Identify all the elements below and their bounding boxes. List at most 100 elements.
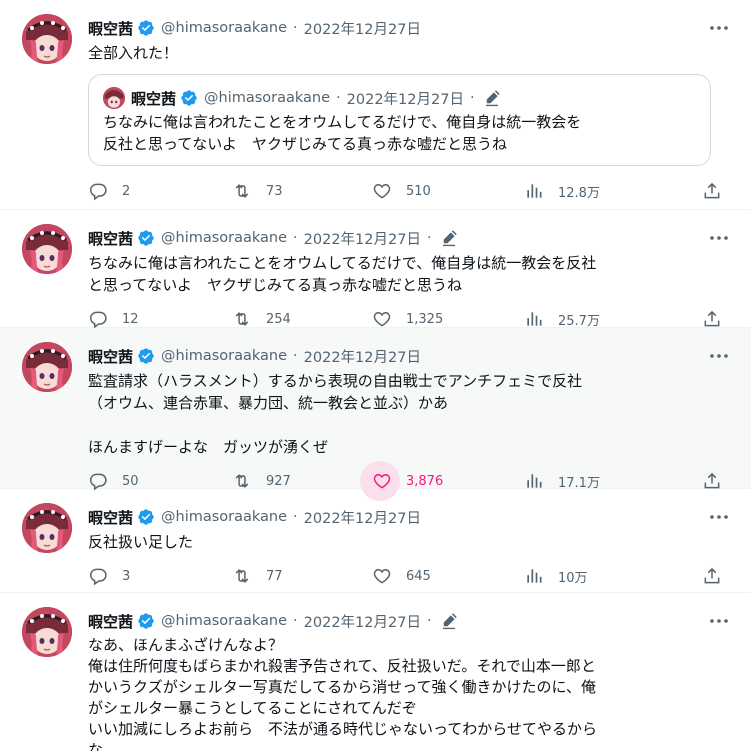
separator-dot: · xyxy=(293,230,298,246)
tweet-text: 監査請求（ハラスメント）するから表現の自由戦士でアンチフェミで反社 （オウム、連… xyxy=(88,372,583,456)
tweet[interactable]: 暇空茜 @himasoraakane · 2022年12月27日 反社扱い足した… xyxy=(0,489,751,593)
avatar[interactable] xyxy=(22,342,72,392)
heart-icon xyxy=(373,311,391,327)
handle[interactable]: @himasoraakane xyxy=(161,509,287,525)
share-upload-icon xyxy=(704,472,720,489)
tweet-text: 全部入れた！ xyxy=(88,44,179,62)
retweet-button[interactable]: 73 xyxy=(232,174,283,208)
handle[interactable]: @himasoraakane xyxy=(161,230,287,246)
verified-badge-icon xyxy=(138,20,154,36)
tweet[interactable]: 暇空茜 @himasoraakane · 2022年12月27日 · ちなみに俺… xyxy=(0,210,751,329)
display-name: 暇空茜 xyxy=(131,89,177,108)
verified-badge-icon xyxy=(138,509,154,525)
share-upload-icon xyxy=(704,182,720,199)
share-button[interactable] xyxy=(702,559,736,593)
separator-dot: · xyxy=(426,613,432,629)
edited-pencil-icon[interactable] xyxy=(440,612,458,630)
separator-dot: · xyxy=(293,348,298,364)
view-count: 25.7万 xyxy=(558,313,600,329)
handle[interactable]: @himasoraakane xyxy=(161,613,287,629)
avatar[interactable] xyxy=(22,14,72,64)
tweet[interactable]: 暇空茜 @himasoraakane · 2022年12月27日 · なあ、ほん… xyxy=(0,593,751,751)
share-upload-icon xyxy=(704,310,720,327)
retweet-count: 927 xyxy=(266,473,291,489)
verified-badge-icon xyxy=(138,230,154,246)
views-bars-icon xyxy=(527,569,542,583)
display-name[interactable]: 暇空茜 xyxy=(88,507,133,528)
more-dots-icon[interactable] xyxy=(707,505,731,529)
more-dots-icon[interactable] xyxy=(707,609,731,633)
separator-dot: · xyxy=(293,20,298,36)
reply-bubble-icon xyxy=(89,311,107,329)
edited-pencil-icon xyxy=(485,90,500,107)
edited-pencil-icon[interactable] xyxy=(440,229,458,247)
handle[interactable]: @himasoraakane xyxy=(161,348,287,364)
tweet-date[interactable]: 2022年12月27日 xyxy=(304,18,421,39)
tweet-date[interactable]: 2022年12月27日 xyxy=(304,507,421,528)
reply-bubble-icon xyxy=(89,183,107,201)
tweet[interactable]: 暇空茜 @himasoraakane · 2022年12月27日 全部入れた！ … xyxy=(0,0,751,210)
views-button[interactable]: 12.8万 xyxy=(524,174,600,208)
view-count: 12.8万 xyxy=(558,185,600,201)
separator-dot: · xyxy=(293,613,298,629)
separator-dot: · xyxy=(426,230,432,246)
share-button[interactable] xyxy=(702,174,736,208)
tweet-date: 2022年12月27日 xyxy=(346,91,464,108)
avatar[interactable] xyxy=(22,224,72,274)
views-bars-icon xyxy=(527,474,542,488)
reply-count: 12 xyxy=(122,311,139,327)
tweet-text: 反社扱い足した xyxy=(88,533,194,551)
retweet-button[interactable]: 77 xyxy=(232,559,283,593)
avatar[interactable] xyxy=(22,503,72,553)
verified-badge-icon xyxy=(181,90,197,106)
retweet-icon xyxy=(235,184,249,198)
views-bars-icon xyxy=(527,312,542,326)
verified-badge-icon xyxy=(138,613,154,629)
separator-dot: · xyxy=(336,90,341,106)
reply-count: 2 xyxy=(122,183,131,199)
like-button[interactable]: 645 xyxy=(372,559,431,593)
share-upload-icon xyxy=(704,567,720,584)
handle[interactable]: @himasoraakane xyxy=(161,20,287,36)
like-count: 645 xyxy=(406,568,431,584)
quoted-tweet-text: ちなみに俺は言われたことをオウムしてるだけで、俺自身は統一教会を 反社と思ってな… xyxy=(103,113,582,153)
verified-badge-icon xyxy=(138,348,154,364)
separator-dot: · xyxy=(293,509,298,525)
quoted-tweet[interactable]: 暇空茜 @himasoraakane · 2022年12月27日 · ちなみに俺… xyxy=(88,74,711,166)
reply-bubble-icon xyxy=(89,568,107,586)
tweet-text: ちなみに俺は言われたことをオウムしてるだけで、俺自身は統一教会を反社 と思ってな… xyxy=(88,254,597,294)
heart-icon xyxy=(373,473,391,489)
more-dots-icon[interactable] xyxy=(707,344,731,368)
display-name[interactable]: 暇空茜 xyxy=(88,346,133,367)
tweet-text: なあ、ほんまふざけんなよ？ 俺は住所何度もばらまかれ殺害予告されて、反社扱いだ。… xyxy=(88,636,597,751)
avatar xyxy=(103,87,125,109)
like-button[interactable]: 510 xyxy=(372,174,431,208)
tweet-date[interactable]: 2022年12月27日 xyxy=(304,346,421,367)
more-dots-icon[interactable] xyxy=(707,226,731,250)
reply-count: 3 xyxy=(122,568,131,584)
reply-bubble-icon xyxy=(89,473,107,491)
display-name[interactable]: 暇空茜 xyxy=(88,18,133,39)
like-count: 3,876 xyxy=(406,473,444,489)
handle: @himasoraakane xyxy=(204,90,331,106)
tweet[interactable]: 暇空茜 @himasoraakane · 2022年12月27日 監査請求（ハラ… xyxy=(0,328,751,501)
reply-button[interactable]: 3 xyxy=(88,559,130,593)
display-name[interactable]: 暇空茜 xyxy=(88,228,133,249)
heart-icon xyxy=(373,183,391,199)
retweet-count: 77 xyxy=(266,568,283,584)
reply-count: 50 xyxy=(122,473,139,489)
views-bars-icon xyxy=(527,184,542,198)
tweet-date[interactable]: 2022年12月27日 xyxy=(304,228,421,249)
views-button[interactable]: 10万 xyxy=(524,559,588,593)
retweet-icon xyxy=(235,474,249,488)
retweet-count: 254 xyxy=(266,311,291,327)
tweet-date[interactable]: 2022年12月27日 xyxy=(304,611,421,632)
timeline-feed: 暇空茜 @himasoraakane · 2022年12月27日 全部入れた！ … xyxy=(0,0,751,751)
display-name[interactable]: 暇空茜 xyxy=(88,611,133,632)
retweet-icon xyxy=(235,312,249,326)
reply-button[interactable]: 2 xyxy=(88,174,130,208)
view-count: 10万 xyxy=(558,570,588,586)
retweet-count: 73 xyxy=(266,183,283,199)
more-dots-icon[interactable] xyxy=(707,16,731,40)
avatar[interactable] xyxy=(22,607,72,657)
